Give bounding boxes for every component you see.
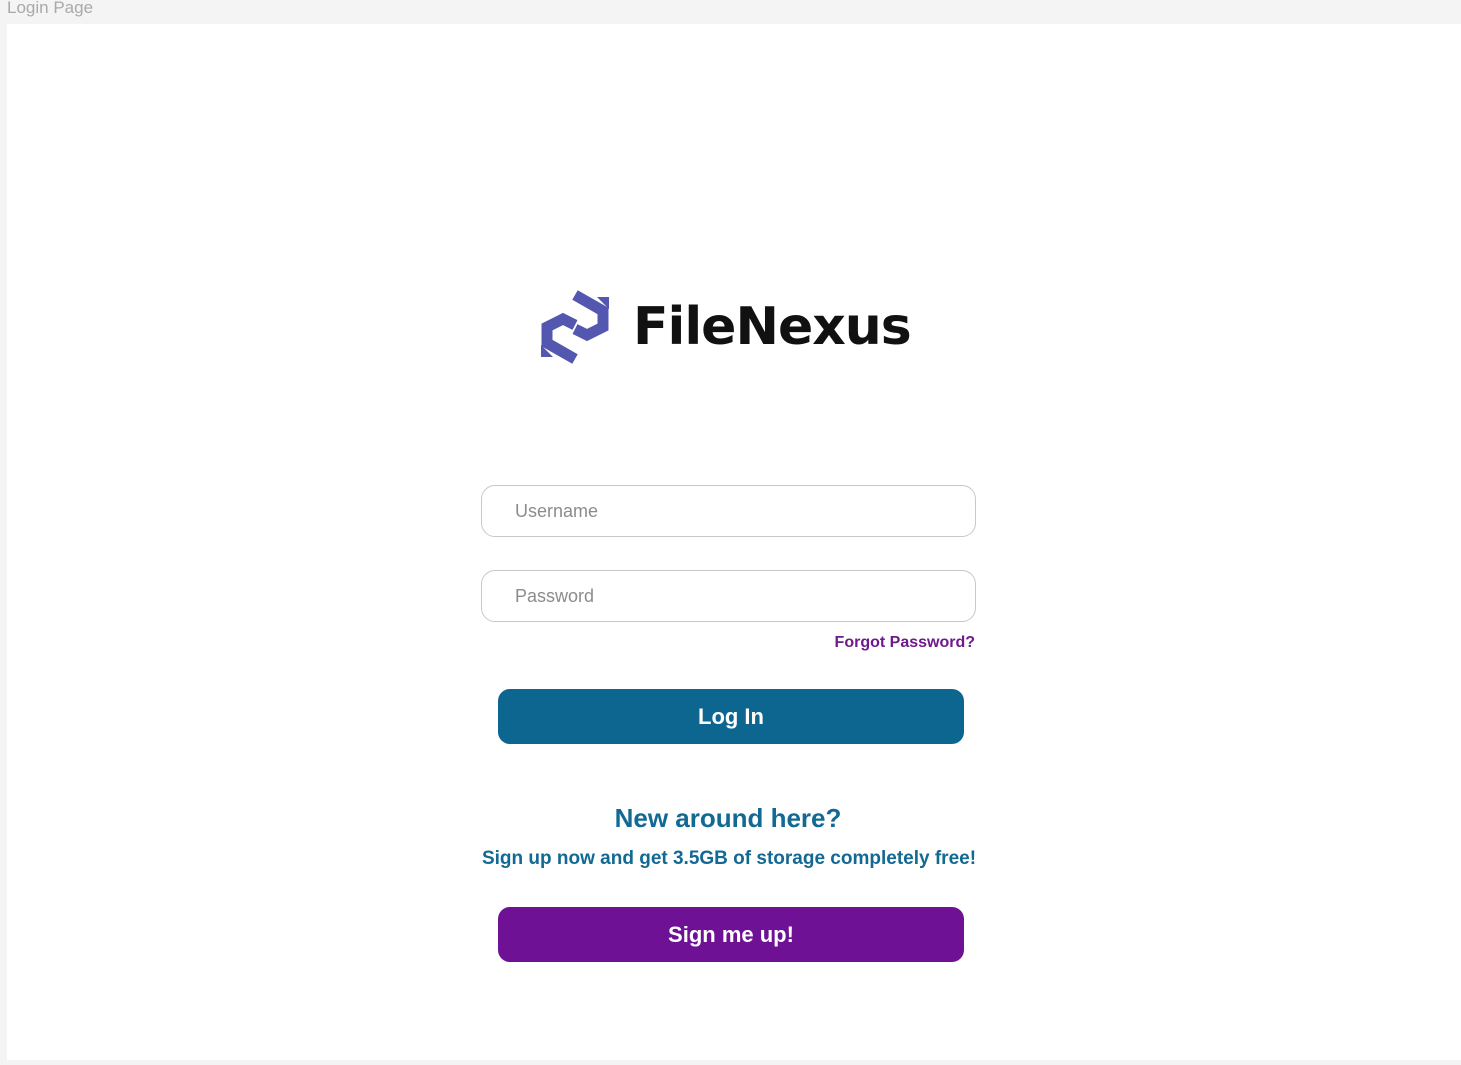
- signup-promo-text: Sign up now and get 3.5GB of storage com…: [481, 848, 977, 869]
- brand-logo: FileNexus: [535, 287, 912, 367]
- signup-heading: New around here?: [614, 803, 842, 833]
- signup-button[interactable]: Sign me up!: [498, 907, 964, 962]
- password-input[interactable]: [481, 570, 976, 622]
- frame-title: Login Page: [7, 0, 94, 17]
- login-button[interactable]: Log In: [498, 689, 964, 744]
- username-input[interactable]: [481, 485, 976, 537]
- login-page: FileNexus Forgot Password? Log In New ar…: [7, 24, 1461, 1060]
- forgot-password-link[interactable]: Forgot Password?: [835, 634, 975, 652]
- brand-name: FileNexus: [633, 297, 912, 357]
- hexagon-swirl-icon: [541, 290, 609, 364]
